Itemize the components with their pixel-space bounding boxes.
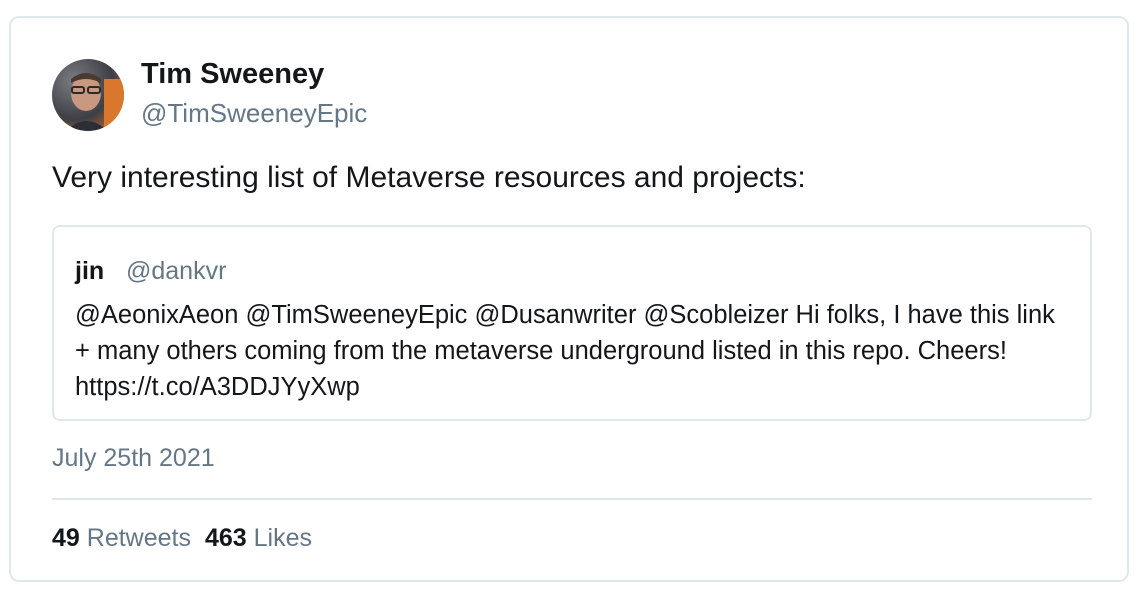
avatar-image [52,59,124,131]
divider [52,498,1092,500]
tweet-card: Tim Sweeney @TimSweeneyEpic Very interes… [9,16,1129,582]
tweet-stats: 49 Retweets 463 Likes [52,524,312,553]
tweet-text: Very interesting list of Metaverse resou… [52,161,806,194]
retweets-stat[interactable]: 49 Retweets [52,524,191,552]
quoted-author-name[interactable]: jin [75,257,104,286]
quoted-tweet[interactable]: jin @dankvr @AeonixAeon @TimSweeneyEpic … [52,225,1092,421]
author-handle[interactable]: @TimSweeneyEpic [141,98,367,129]
quoted-tweet-text: @AeonixAeon @TimSweeneyEpic @Dusanwriter… [75,301,1055,401]
quoted-author-handle[interactable]: @dankvr [126,257,226,286]
retweets-label: Retweets [86,524,191,552]
author-name[interactable]: Tim Sweeney [141,58,324,91]
tweet-date[interactable]: July 25th 2021 [52,444,215,473]
likes-count: 463 [204,524,247,552]
retweets-count: 49 [52,524,80,552]
likes-stat[interactable]: 463 Likes [205,524,312,552]
author-avatar[interactable] [52,59,124,131]
likes-label: Likes [253,524,313,552]
